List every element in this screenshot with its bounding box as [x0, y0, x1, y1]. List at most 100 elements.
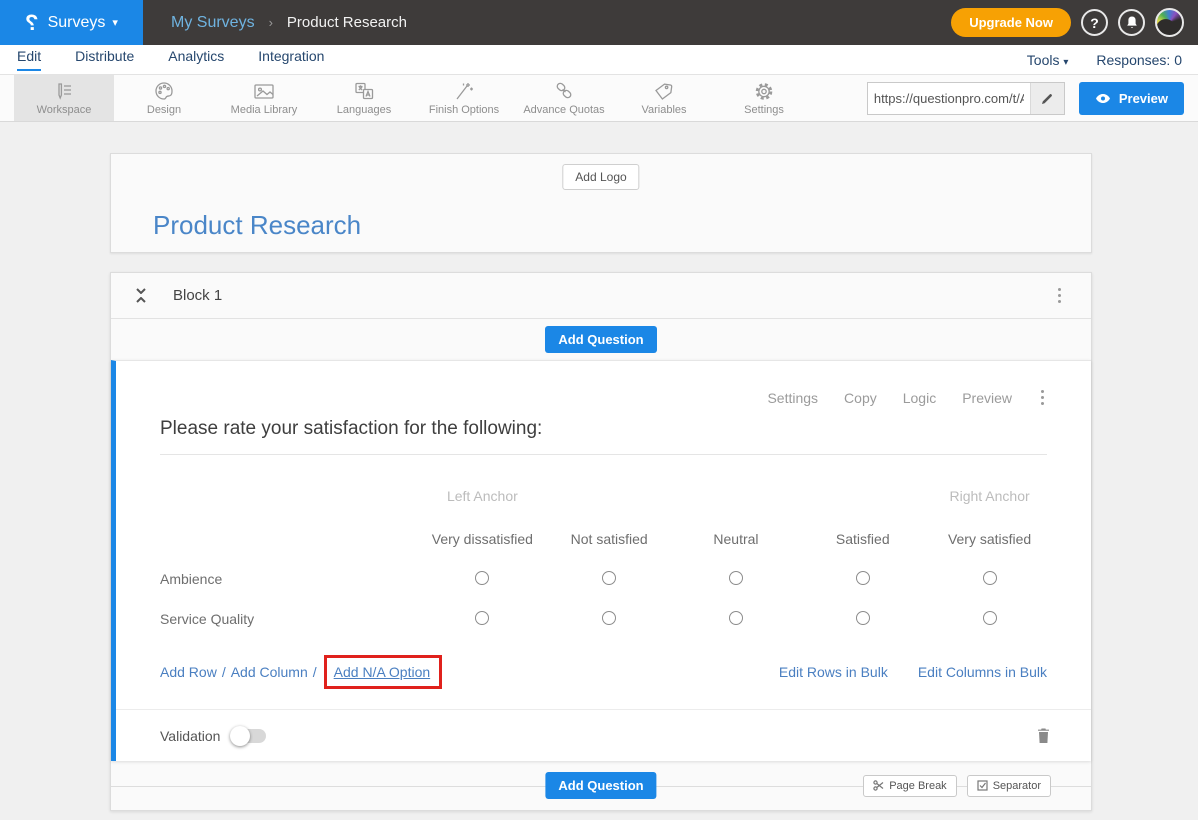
question-menu: Settings Copy Logic Preview [116, 361, 1091, 408]
validation-label: Validation [160, 728, 220, 744]
edit-rows-in-bulk-link[interactable]: Edit Rows in Bulk [779, 664, 888, 680]
survey-header-card: Add Logo Product Research [110, 153, 1092, 253]
column-header[interactable]: Neutral [673, 519, 800, 559]
product-switcher[interactable]: ? Surveys ▾ [0, 0, 143, 45]
survey-title[interactable]: Product Research [153, 210, 361, 241]
column-header[interactable]: Very satisfied [926, 519, 1053, 559]
top-navbar: ? Surveys ▾ My Surveys › Product Researc… [0, 0, 1198, 45]
question-text[interactable]: Please rate your satisfaction for the fo… [160, 418, 1047, 440]
breadcrumb: My Surveys › Product Research [171, 14, 407, 32]
toolbar-item-workspace[interactable]: Workspace [14, 75, 114, 121]
left-anchor-field[interactable]: Left Anchor [419, 473, 546, 519]
toolbar-item-finish-options[interactable]: Finish Options [414, 75, 514, 121]
upgrade-now-button[interactable]: Upgrade Now [951, 8, 1071, 37]
toolbar-item-media-library[interactable]: Media Library [214, 75, 314, 121]
add-logo-button[interactable]: Add Logo [562, 164, 639, 190]
block-card: Block 1 Add Question Settings Copy Logic… [110, 272, 1092, 811]
radio-button[interactable] [475, 611, 489, 625]
tab-analytics[interactable]: Analytics [168, 48, 224, 71]
tab-distribute[interactable]: Distribute [75, 48, 134, 71]
question-logic-link[interactable]: Logic [903, 390, 936, 406]
preview-button[interactable]: Preview [1079, 82, 1184, 115]
add-na-option-link[interactable]: Add N/A Option [334, 664, 431, 680]
breadcrumb-my-surveys[interactable]: My Surveys [171, 14, 255, 32]
toolbar-item-advance-quotas[interactable]: Advance Quotas [514, 75, 614, 121]
column-header[interactable]: Satisfied [799, 519, 926, 559]
responses-count[interactable]: Responses: 0 [1096, 52, 1182, 68]
add-row-link[interactable]: Add Row [160, 664, 217, 680]
radio-button[interactable] [856, 571, 870, 585]
tab-edit[interactable]: Edit [17, 48, 41, 71]
breadcrumb-separator-icon: › [269, 15, 273, 30]
tag-icon [653, 80, 675, 102]
radio-button[interactable] [475, 571, 489, 585]
tools-dropdown[interactable]: Tools ▾ [1027, 52, 1069, 68]
matrix-table: Left Anchor Right Anchor Very dissatisfi… [160, 473, 1053, 639]
question-menu-kebab-icon[interactable] [1038, 387, 1047, 408]
chain-links-icon [553, 80, 575, 102]
tab-integration[interactable]: Integration [258, 48, 324, 71]
toolbar-item-variables[interactable]: Variables [614, 75, 714, 121]
block-menu-kebab-icon[interactable] [1054, 284, 1065, 307]
toolbar-item-design[interactable]: Design [114, 75, 214, 121]
collapse-block-icon[interactable] [135, 288, 147, 303]
question-card: Settings Copy Logic Preview Please rate … [111, 360, 1091, 761]
question-divider [160, 454, 1047, 455]
help-icon[interactable]: ? [1081, 9, 1108, 36]
radio-button[interactable] [602, 571, 616, 585]
row-label-service-quality[interactable]: Service Quality [160, 599, 419, 639]
edit-columns-in-bulk-link[interactable]: Edit Columns in Bulk [918, 664, 1047, 680]
radio-button[interactable] [983, 571, 997, 585]
gear-icon [753, 80, 775, 102]
product-name: Surveys [48, 14, 106, 32]
right-anchor-field[interactable]: Right Anchor [926, 473, 1053, 519]
magic-wand-icon [453, 80, 475, 102]
scissors-icon [873, 780, 884, 791]
radio-button[interactable] [729, 611, 743, 625]
palette-icon [153, 80, 175, 102]
question-settings-link[interactable]: Settings [767, 390, 818, 406]
survey-nav: Edit Distribute Analytics Integration To… [0, 45, 1198, 75]
row-label-ambience[interactable]: Ambience [160, 559, 419, 599]
add-column-link[interactable]: Add Column [231, 664, 308, 680]
chevron-down-icon: ▾ [112, 16, 118, 29]
editor-toolbar: Workspace Design Media Library Languages… [0, 75, 1198, 122]
separator-button[interactable]: Separator [967, 775, 1051, 797]
user-avatar[interactable] [1155, 8, 1184, 37]
checkbox-checked-icon [977, 780, 988, 791]
notifications-bell-icon[interactable] [1118, 9, 1145, 36]
question-preview-link[interactable]: Preview [962, 390, 1012, 406]
eye-icon [1095, 93, 1111, 104]
add-question-strip-top: Add Question [111, 319, 1091, 360]
edit-url-pencil-icon[interactable] [1030, 83, 1064, 114]
radio-button[interactable] [602, 611, 616, 625]
toolbar-item-settings[interactable]: Settings [714, 75, 814, 121]
add-question-button-bottom[interactable]: Add Question [545, 772, 656, 799]
questionpro-logo-icon: ? [25, 12, 38, 34]
translate-icon [352, 80, 376, 102]
matrix-row: Service Quality [160, 599, 1053, 639]
block-title[interactable]: Block 1 [173, 287, 222, 304]
block-header: Block 1 [111, 273, 1091, 319]
add-question-button-top[interactable]: Add Question [545, 326, 656, 353]
question-copy-link[interactable]: Copy [844, 390, 877, 406]
column-header[interactable]: Very dissatisfied [419, 519, 546, 559]
page-break-button[interactable]: Page Break [863, 775, 956, 797]
radio-button[interactable] [983, 611, 997, 625]
column-header[interactable]: Not satisfied [546, 519, 673, 559]
radio-button[interactable] [856, 611, 870, 625]
radio-button[interactable] [729, 571, 743, 585]
validation-toggle[interactable] [232, 729, 266, 743]
survey-url-input[interactable] [868, 91, 1030, 106]
image-icon [252, 80, 276, 102]
survey-url-box [867, 82, 1065, 115]
delete-question-trash-icon[interactable] [1036, 727, 1051, 744]
toolbar-item-languages[interactable]: Languages [314, 75, 414, 121]
block-footer: Add Question Page Break Separator [111, 761, 1091, 810]
matrix-row: Ambience [160, 559, 1053, 599]
question-footer: Validation [116, 709, 1091, 761]
breadcrumb-current-survey: Product Research [287, 14, 407, 31]
matrix-actions-row: Add Row / Add Column / Add N/A Option Ed… [160, 655, 1047, 689]
chevron-down-icon: ▾ [1063, 57, 1068, 68]
workspace-icon [53, 80, 75, 102]
